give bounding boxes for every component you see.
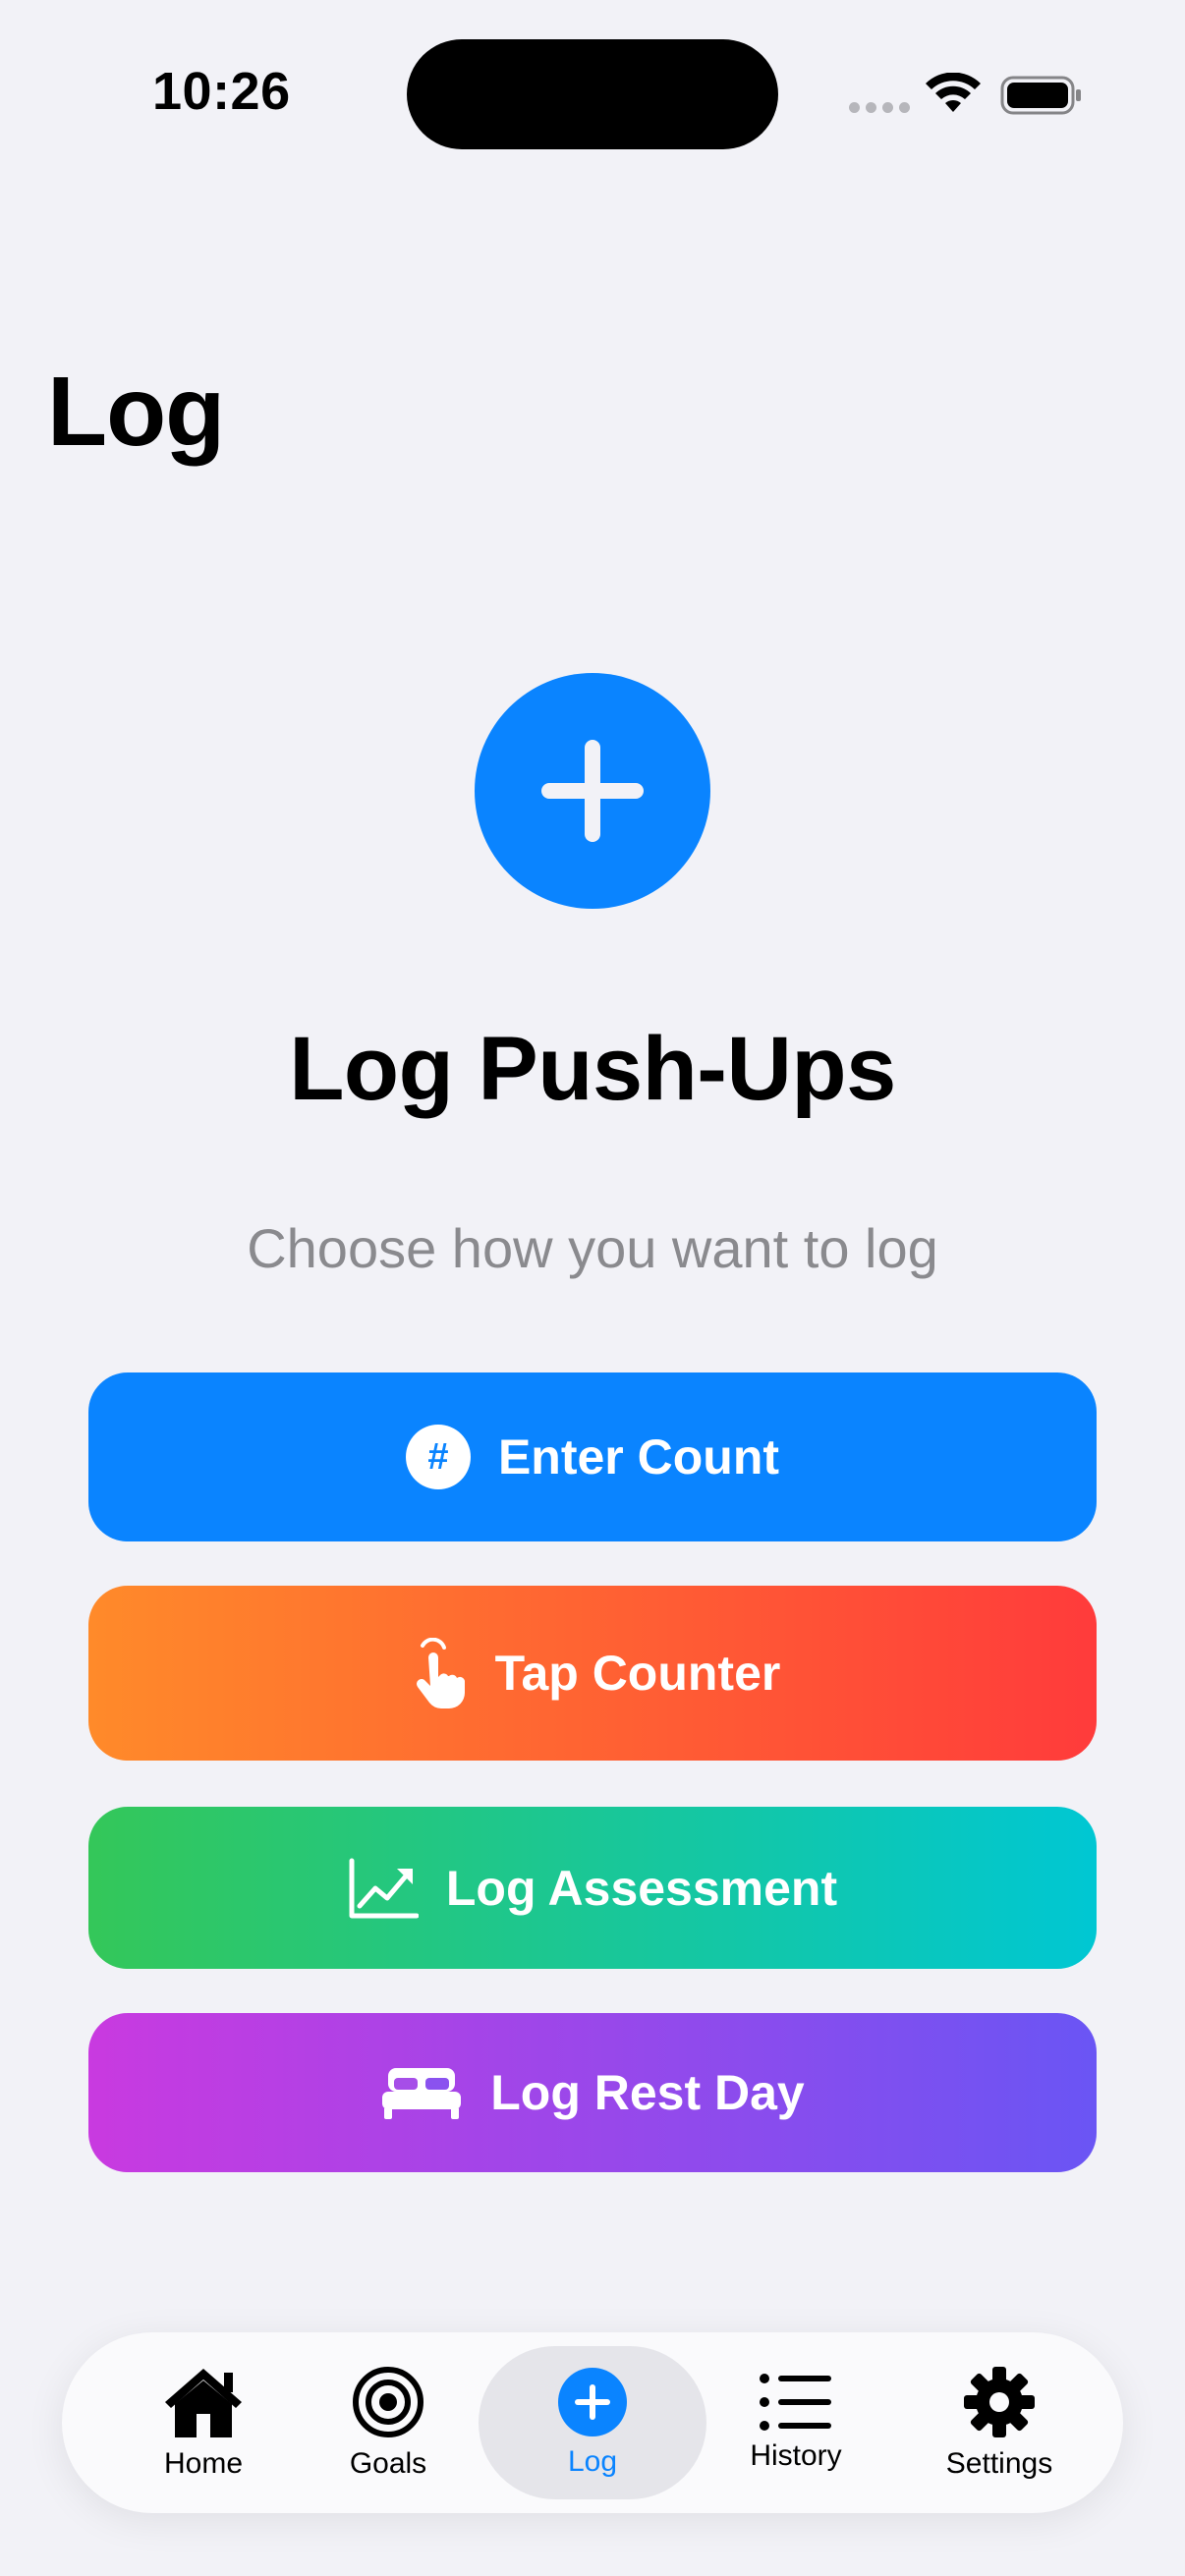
tab-bar: Home Goals Log History Settings <box>62 2332 1123 2513</box>
house-icon <box>165 2369 242 2437</box>
battery-icon <box>1000 76 1081 115</box>
enter-count-label: Enter Count <box>497 1429 780 1484</box>
tap-counter-label: Tap Counter <box>494 1646 781 1701</box>
gear-icon <box>964 2367 1035 2437</box>
log-rest-day-button[interactable]: Log Rest Day <box>88 2013 1097 2172</box>
target-icon <box>353 2367 423 2437</box>
dynamic-island <box>407 39 778 149</box>
cellular-signal-icon <box>849 102 910 113</box>
bed-icon <box>380 2064 463 2121</box>
log-assessment-button[interactable]: Log Assessment <box>88 1807 1097 1969</box>
tab-home[interactable]: Home <box>125 2332 282 2513</box>
tab-goals[interactable]: Goals <box>310 2332 467 2513</box>
tab-settings[interactable]: Settings <box>921 2332 1078 2513</box>
wifi-icon <box>926 73 981 112</box>
tab-log-label: Log <box>567 2445 618 2478</box>
page-title: Log <box>47 357 225 467</box>
enter-count-button[interactable]: # Enter Count <box>88 1372 1097 1541</box>
hand-tap-icon <box>405 1638 468 1708</box>
tap-counter-button[interactable]: Tap Counter <box>88 1586 1097 1761</box>
tab-settings-label: Settings <box>945 2447 1053 2480</box>
number-icon: # <box>405 1425 471 1489</box>
hero-subtitle: Choose how you want to log <box>247 1217 938 1279</box>
tab-history-label: History <box>750 2439 842 2472</box>
hero-heading: Log Push-Ups <box>289 1019 896 1119</box>
log-rest-day-label: Log Rest Day <box>490 2065 805 2120</box>
tab-goals-label: Goals <box>349 2447 427 2480</box>
list-icon <box>760 2374 831 2431</box>
tab-log[interactable]: Log <box>514 2332 671 2513</box>
chart-trend-icon <box>348 1857 419 1920</box>
tab-history[interactable]: History <box>717 2332 875 2513</box>
log-assessment-label: Log Assessment <box>445 1860 838 1916</box>
status-time: 10:26 <box>152 62 291 121</box>
plus-circle-icon <box>475 673 710 909</box>
plus-circle-icon <box>558 2368 627 2436</box>
tab-home-label: Home <box>163 2447 244 2480</box>
